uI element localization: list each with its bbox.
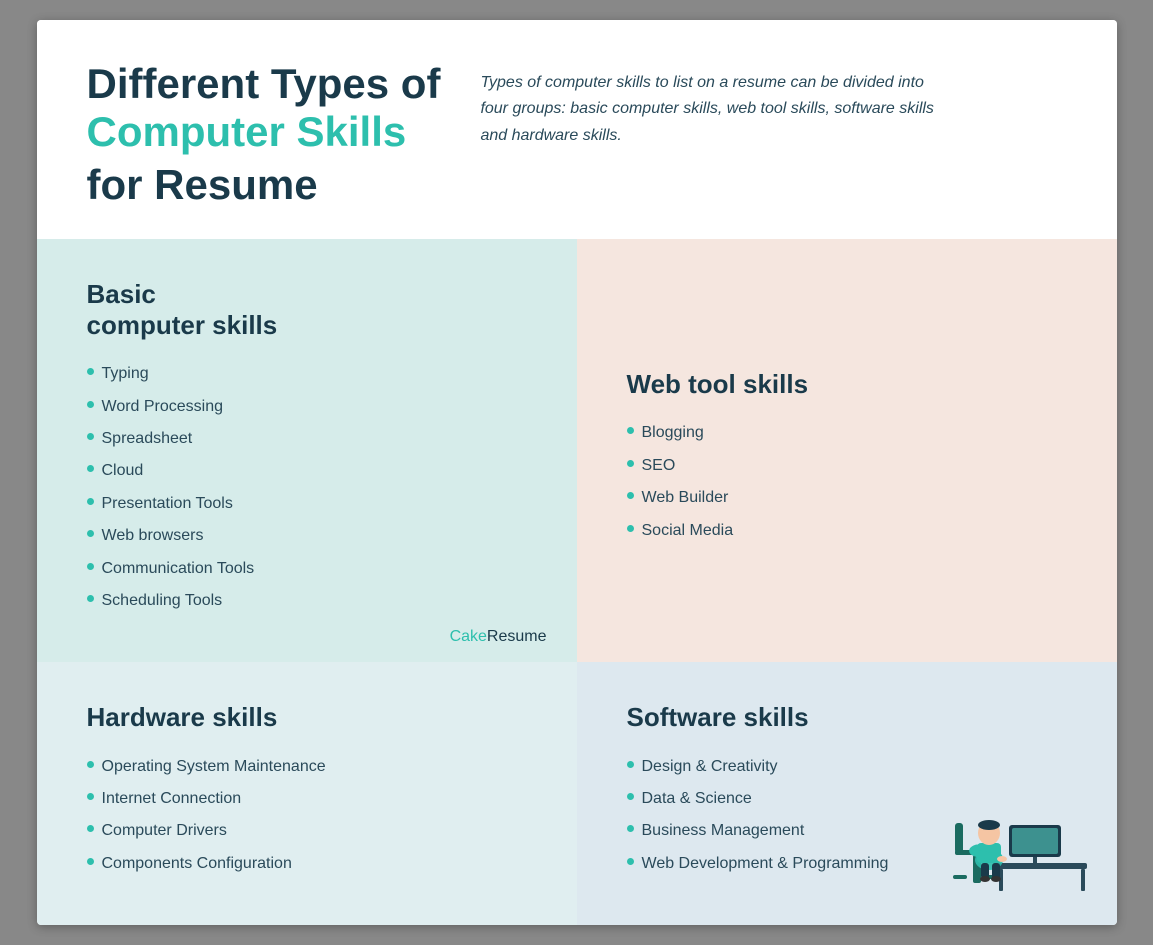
quadrant-basic: Basiccomputer skills Typing Word Process…: [37, 239, 577, 663]
bullet-icon: [87, 858, 94, 865]
list-item: Blogging: [627, 422, 1067, 444]
list-item: Computer Drivers: [87, 820, 527, 842]
bullet-icon: [87, 825, 94, 832]
bullet-icon: [87, 401, 94, 408]
bullet-icon: [627, 525, 634, 532]
bullet-icon: [627, 427, 634, 434]
quadrant-software: Software skills Design & Creativity Data…: [577, 662, 1117, 925]
bullet-icon: [87, 761, 94, 768]
cake-resume-logo: CakeResume: [450, 628, 547, 646]
bullet-icon: [627, 492, 634, 499]
bullet-icon: [87, 595, 94, 602]
hardware-title: Hardware skills: [87, 702, 527, 733]
basic-skills-list: Typing Word Processing Spreadsheet Cloud…: [87, 363, 527, 612]
title-line2: for Resume: [87, 161, 441, 209]
brand-resume: Resume: [487, 628, 547, 645]
list-item: SEO: [627, 455, 1067, 477]
bullet-icon: [87, 433, 94, 440]
list-item: Web Builder: [627, 487, 1067, 509]
list-item: Internet Connection: [87, 788, 527, 810]
bullet-icon: [627, 793, 634, 800]
list-item: Social Media: [627, 520, 1067, 542]
quadrant-hardware: Hardware skills Operating System Mainten…: [37, 662, 577, 925]
title-line1: Different Types of: [87, 60, 441, 108]
list-item: Presentation Tools: [87, 493, 527, 515]
web-title: Web tool skills: [627, 369, 1067, 400]
bullet-icon: [627, 761, 634, 768]
hardware-skills-list: Operating System Maintenance Internet Co…: [87, 756, 527, 876]
software-title: Software skills: [627, 702, 1067, 733]
bullet-icon: [627, 825, 634, 832]
bullet-icon: [87, 498, 94, 505]
list-item: Web browsers: [87, 525, 527, 547]
list-item: Communication Tools: [87, 558, 527, 580]
bullet-icon: [87, 563, 94, 570]
list-item: Spreadsheet: [87, 428, 527, 450]
bullet-icon: [627, 460, 634, 467]
header-section: Different Types of Computer Skills for R…: [37, 20, 1117, 239]
basic-title: Basiccomputer skills: [87, 279, 527, 341]
title-highlight: Computer Skills: [87, 108, 441, 156]
header-description-area: Types of computer skills to list on a re…: [480, 60, 1066, 149]
list-item: Typing: [87, 363, 527, 385]
header-description: Types of computer skills to list on a re…: [480, 70, 940, 149]
list-item: Word Processing: [87, 396, 527, 418]
list-item: Components Configuration: [87, 853, 527, 875]
header-title-area: Different Types of Computer Skills for R…: [87, 60, 441, 209]
list-item: Scheduling Tools: [87, 590, 527, 612]
quadrant-web: Web tool skills Blogging SEO Web Builder…: [577, 239, 1117, 663]
person-illustration: [937, 745, 1097, 905]
skills-grid: Basiccomputer skills Typing Word Process…: [37, 239, 1117, 925]
bullet-icon: [87, 465, 94, 472]
list-item: Cloud: [87, 460, 527, 482]
bullet-icon: [87, 530, 94, 537]
main-card: Different Types of Computer Skills for R…: [37, 20, 1117, 925]
list-item: Operating System Maintenance: [87, 756, 527, 778]
web-skills-list: Blogging SEO Web Builder Social Media: [627, 422, 1067, 552]
bullet-icon: [87, 793, 94, 800]
bullet-icon: [627, 858, 634, 865]
brand-cake: Cake: [450, 628, 487, 645]
bullet-icon: [87, 368, 94, 375]
